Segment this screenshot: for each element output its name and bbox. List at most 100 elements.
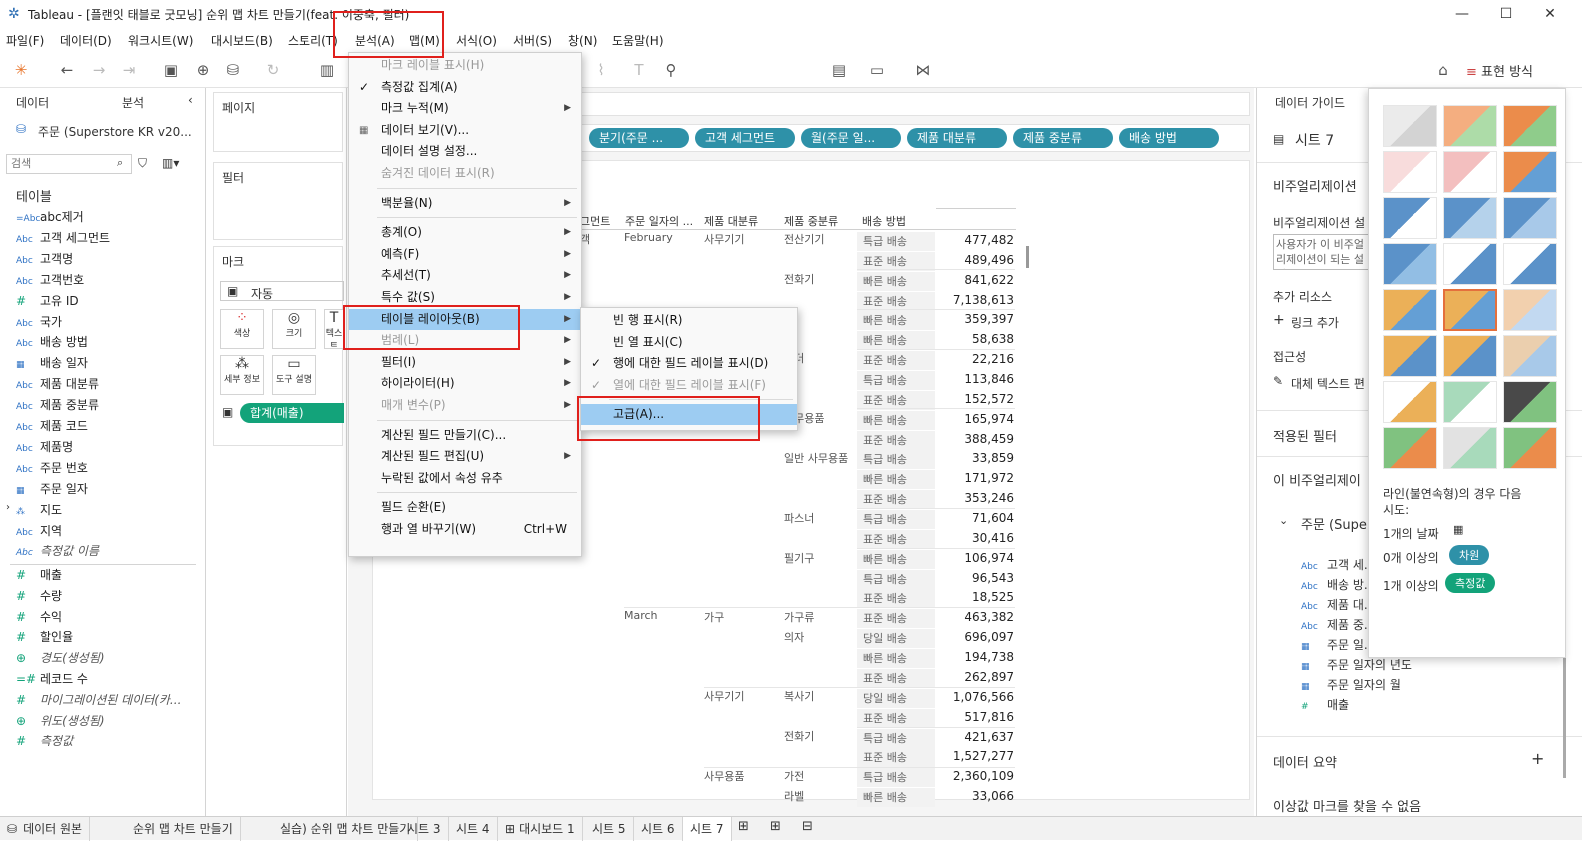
clip-icon[interactable]: ⌇ — [590, 60, 612, 80]
measure-item[interactable]: # 수익 — [16, 608, 62, 628]
refresh-icon[interactable]: ↻ — [262, 60, 284, 80]
new-sheet-icon[interactable]: ⊞ — [738, 819, 749, 834]
description-input[interactable]: 사용자가 이 비주얼리제이션이 되는 설명을 입 — [1273, 234, 1373, 270]
highlight-icon[interactable]: ⌂ — [1432, 60, 1454, 80]
menu-server[interactable]: 서버(S) — [513, 32, 552, 49]
menu-item[interactable]: 총계(O) ▶ — [349, 222, 581, 243]
add-summary-icon[interactable]: + — [1531, 749, 1544, 768]
guide-field-item[interactable]: ▦ 주문 일자의 월 — [1301, 676, 1401, 693]
treemap-thumb[interactable] — [1383, 243, 1437, 285]
menu-item[interactable]: 데이터 보기(V)... ▦ — [349, 120, 581, 141]
field-item[interactable]: Abc 국가 — [16, 313, 62, 333]
line-discrete-thumb[interactable] — [1443, 289, 1497, 331]
field-item[interactable]: ▦ 배송 일자 — [16, 354, 88, 374]
field-item[interactable]: Abc 측정값 이름 — [16, 542, 99, 562]
sheet-tab[interactable]: 시트 6 — [634, 817, 683, 841]
mark-type-select[interactable]: ▣ 자동 — [220, 281, 344, 301]
text-table-thumb[interactable] — [1383, 105, 1437, 147]
histogram-thumb[interactable] — [1443, 381, 1497, 423]
sheet-tab[interactable]: 시트 5 — [585, 817, 634, 841]
sheet-tab[interactable]: 순위 맵 차트 만들기 — [126, 817, 241, 841]
showme-tab[interactable]: ≡ 표현 방식 — [1466, 61, 1533, 80]
size-button[interactable]: ◎ 크기 — [272, 309, 316, 349]
side-circle-thumb[interactable] — [1503, 243, 1557, 285]
guide-field-item[interactable]: ▦ 주문 일... — [1301, 636, 1375, 653]
label-icon[interactable]: T — [628, 60, 650, 80]
vertical-scrollbar[interactable] — [1026, 246, 1029, 268]
menu-item[interactable]: 빈 행 표시(R) — [581, 310, 797, 331]
scatter-thumb[interactable] — [1383, 381, 1437, 423]
menu-item[interactable]: 측정값 집계(A) ✓ — [349, 77, 581, 98]
stacked-bar-thumb[interactable] — [1443, 197, 1497, 239]
packed-bubble-thumb[interactable] — [1503, 427, 1557, 469]
rows-pill[interactable]: 제품 중분류 — [1013, 128, 1113, 148]
menu-item[interactable]: 계산된 필드 편집(U) ▶ — [349, 446, 581, 467]
alt-text-button[interactable]: 대체 텍스트 편 — [1291, 375, 1365, 392]
measure-item[interactable]: # 마이그레이션된 데이터(카... — [16, 691, 181, 711]
presentation-icon[interactable]: ▭ — [866, 60, 888, 80]
filled-map-thumb[interactable] — [1443, 151, 1497, 193]
area-continuous-thumb[interactable] — [1383, 335, 1437, 377]
field-item[interactable]: # 고유 ID — [16, 292, 79, 312]
field-item[interactable]: =Abcabc제거 — [16, 208, 84, 228]
menu-item[interactable]: 마크 누적(M) ▶ — [349, 98, 581, 119]
rows-pill[interactable]: 분기(주문 ... — [589, 128, 689, 148]
mark-pill-sum-sales[interactable]: 합계(매출) — [240, 403, 344, 423]
new-sheet-icon[interactable]: ▥ — [316, 60, 338, 80]
line-continuous-thumb[interactable] — [1383, 289, 1437, 331]
guide-field-item[interactable]: Abc 배송 방... — [1301, 576, 1375, 593]
field-item[interactable]: Abc 제품 대분류 — [16, 375, 99, 395]
new-dashboard-icon[interactable]: ⊞ — [770, 819, 781, 834]
measure-item[interactable]: # 측정값 — [16, 732, 73, 752]
measure-item[interactable]: # 수량 — [16, 587, 62, 607]
chevron-down-icon[interactable]: ⌄ — [1279, 514, 1288, 527]
chart-icon[interactable]: ▤ — [828, 60, 850, 80]
search-input[interactable] — [11, 157, 111, 170]
guide-field-item[interactable]: Abc 고객 세... — [1301, 556, 1375, 573]
collapse-icon[interactable]: ‹ — [188, 93, 193, 107]
tableau-home-icon[interactable]: ✳ — [10, 60, 32, 80]
field-item[interactable]: Abc 배송 방법 — [16, 333, 88, 353]
heat-table-thumb[interactable] — [1443, 105, 1497, 147]
menu-worksheet[interactable]: 워크시트(W) — [128, 32, 193, 49]
field-item[interactable]: Abc 주문 번호 — [16, 459, 88, 479]
menu-item[interactable]: 예측(F) ▶ — [349, 244, 581, 265]
datasource-tab[interactable]: ⛁ 데이터 원본 — [0, 817, 91, 841]
menu-item[interactable]: 백분율(N) ▶ — [349, 193, 581, 214]
detail-button[interactable]: ⁂ 세부 정보 — [220, 355, 264, 395]
pin-icon[interactable]: ⚲ — [660, 60, 682, 80]
menu-dashboard[interactable]: 대시보드(B) — [211, 32, 273, 49]
datasource-icon[interactable]: ⛁ — [222, 60, 244, 80]
circle-views-thumb[interactable] — [1443, 243, 1497, 285]
dashboard-tab[interactable]: ⊞ 대시보드 1 — [498, 817, 583, 841]
box-whisker-thumb[interactable] — [1503, 381, 1557, 423]
area-discrete-thumb[interactable] — [1443, 335, 1497, 377]
search-box[interactable]: ⌕ — [6, 154, 132, 174]
new-story-icon[interactable]: ⊟ — [802, 819, 813, 834]
datasource-name[interactable]: 주문 (Superstore KR v20... — [38, 123, 192, 140]
measure-item[interactable]: =# 레코드 수 — [16, 670, 88, 690]
share-icon[interactable]: ⋈ — [912, 60, 934, 80]
tab-data[interactable]: 데이터 — [16, 94, 49, 111]
field-item[interactable]: Abc 제품 중분류 — [16, 396, 99, 416]
field-item[interactable]: ⁂ 지도 — [16, 501, 62, 521]
sheet-tab[interactable]: 실습) 순위 맵 차트 만들기 — [273, 817, 419, 841]
menu-item[interactable]: 행과 열 바꾸기(W) Ctrl+W — [349, 519, 581, 540]
rows-pill[interactable]: 고객 세그먼트 — [695, 128, 795, 148]
hbar-thumb[interactable] — [1383, 197, 1437, 239]
tab-analytics[interactable]: 분석 — [122, 94, 144, 111]
field-item[interactable]: ▦ 주문 일자 — [16, 480, 88, 500]
measure-item[interactable]: ⊕ 위도(생성됨) — [16, 712, 105, 732]
menu-window[interactable]: 창(N) — [568, 32, 597, 49]
menu-item[interactable]: 하이라이터(H) ▶ — [349, 373, 581, 394]
sheet-tab[interactable]: 시트 3 — [400, 817, 449, 841]
menu-file[interactable]: 파일(F) — [6, 32, 44, 49]
guide-field-item[interactable]: # 매출 — [1301, 696, 1349, 713]
color-button[interactable]: ⁘ 색상 — [220, 309, 264, 349]
view-options-icon[interactable]: ▥▾ — [162, 156, 179, 170]
measure-item[interactable]: # 할인율 — [16, 628, 73, 648]
close-icon[interactable]: ✕ — [1540, 4, 1560, 24]
field-item[interactable]: Abc 고객 세그먼트 — [16, 229, 110, 249]
sheet-tab[interactable]: 시트 7 — [683, 817, 732, 841]
rows-pill[interactable]: 제품 대분류 — [907, 128, 1007, 148]
